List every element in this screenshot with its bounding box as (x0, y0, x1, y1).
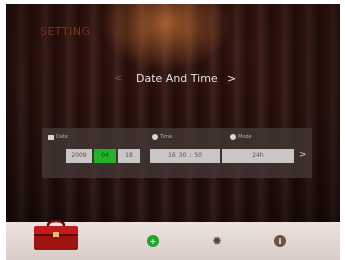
mode-column-label: Mode (238, 134, 252, 140)
time-column-label: Time (160, 134, 173, 140)
settings-screen: SETTING < Date And Time > Date Time Mode… (6, 4, 340, 260)
minute-value: 30 (178, 152, 187, 159)
toolbox-icon[interactable] (30, 218, 82, 252)
hour-value: 16 (168, 152, 176, 159)
month-field[interactable]: 04 (94, 149, 116, 163)
second-value: 50 (194, 152, 202, 159)
prev-category-button[interactable]: < (114, 73, 122, 84)
add-icon[interactable]: + (147, 235, 159, 247)
calendar-icon (48, 134, 54, 140)
bottom-toolbar: + ✹ i (6, 219, 340, 260)
time-column-header: Time (152, 134, 172, 140)
page-title: SETTING (40, 25, 91, 38)
date-column-header: Date (48, 134, 68, 140)
next-category-button[interactable]: > (227, 72, 236, 85)
day-field[interactable]: 18 (118, 149, 140, 163)
time-field[interactable]: 16 30 : 50 (150, 149, 220, 163)
mode-fields: 24h (222, 149, 296, 163)
time-fields: 16 30 : 50 (150, 149, 222, 163)
mode-icon (230, 134, 236, 140)
clock-icon (152, 134, 158, 140)
mode-column-header: Mode (230, 134, 252, 140)
mode-field[interactable]: 24h (222, 149, 294, 163)
info-icon[interactable]: i (274, 235, 286, 247)
time-separator: : (189, 152, 192, 159)
panel-next-button[interactable]: > (299, 150, 307, 160)
panel-header: Date Time Mode (42, 134, 312, 144)
gear-icon[interactable]: ✹ (211, 234, 223, 248)
year-field[interactable]: 2009 (66, 149, 92, 163)
category-nav: < Date And Time > (6, 72, 340, 90)
date-column-label: Date (56, 134, 68, 140)
category-label: Date And Time (136, 72, 218, 85)
date-fields: 2009 04 18 (66, 149, 142, 163)
date-time-panel: Date Time Mode 2009 04 18 16 30 : 50 24h… (42, 128, 312, 178)
